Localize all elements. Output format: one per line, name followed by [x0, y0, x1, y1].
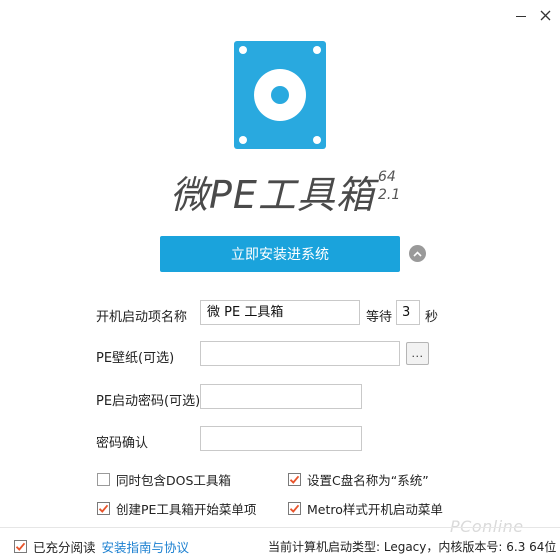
agree-checkbox[interactable]	[14, 540, 27, 553]
check-icon	[289, 504, 300, 513]
disc-drive-icon	[234, 41, 326, 149]
option-start-menu[interactable]: 创建PE工具箱开始菜单项	[97, 499, 256, 518]
version-label: 2.1	[378, 187, 401, 203]
option-metro-boot-menu[interactable]: Metro样式开机启动菜单	[288, 499, 443, 518]
boot-name-input[interactable]: 微 PE 工具箱	[200, 300, 360, 325]
footer-divider	[0, 527, 560, 528]
check-icon	[98, 504, 109, 513]
agree-checkbox-row[interactable]: 已充分阅读 安装指南与协议	[14, 537, 189, 556]
option-dos-toolbox[interactable]: 同时包含DOS工具箱	[97, 470, 231, 489]
close-button[interactable]	[532, 4, 558, 26]
confirm-password-label: 密码确认	[96, 436, 149, 451]
brand-block: 微PE工具箱 64 2.1	[170, 158, 410, 217]
checkbox-metro-boot-menu[interactable]	[288, 502, 301, 515]
option-rename-c-drive-label: 设置C盘名称为“系统”	[307, 473, 429, 488]
password-input[interactable]	[200, 384, 362, 409]
close-icon	[540, 10, 550, 20]
wallpaper-label: PE壁纸(可选)	[96, 351, 175, 366]
wait-seconds-input[interactable]: 3	[396, 300, 420, 325]
arch-label: 64	[378, 169, 396, 185]
agree-label: 已充分阅读	[33, 540, 96, 555]
password-label: PE启动密码(可选)	[96, 394, 201, 409]
agreement-link[interactable]: 安装指南与协议	[102, 537, 190, 556]
option-rename-c-drive[interactable]: 设置C盘名称为“系统”	[288, 470, 429, 489]
confirm-password-input[interactable]	[200, 426, 362, 451]
check-icon	[15, 542, 26, 551]
option-dos-toolbox-label: 同时包含DOS工具箱	[116, 473, 231, 488]
version-info: 64 2.1	[378, 168, 400, 204]
wait-label: 等待	[366, 310, 393, 325]
minimize-icon	[516, 15, 526, 17]
checkbox-rename-c-drive[interactable]	[288, 473, 301, 486]
check-icon	[289, 475, 300, 484]
collapse-options-button[interactable]	[409, 245, 426, 262]
option-metro-boot-menu-label: Metro样式开机启动菜单	[307, 502, 443, 517]
minimize-button[interactable]	[508, 4, 534, 26]
chevron-up-icon	[413, 250, 422, 257]
checkbox-dos-toolbox[interactable]	[97, 473, 110, 486]
app-logo	[234, 41, 326, 149]
option-start-menu-label: 创建PE工具箱开始菜单项	[116, 502, 257, 517]
product-title: 微PE工具箱	[170, 173, 375, 217]
install-button[interactable]: 立即安装进系统	[160, 236, 400, 272]
boot-type-status: 当前计算机启动类型: Legacy，内核版本号: 6.3 64位	[268, 540, 557, 554]
boot-name-label: 开机启动项名称	[96, 310, 188, 325]
checkbox-start-menu[interactable]	[97, 502, 110, 515]
wallpaper-input[interactable]	[200, 341, 400, 366]
browse-button[interactable]: ...	[406, 342, 429, 365]
seconds-label: 秒	[425, 310, 439, 325]
